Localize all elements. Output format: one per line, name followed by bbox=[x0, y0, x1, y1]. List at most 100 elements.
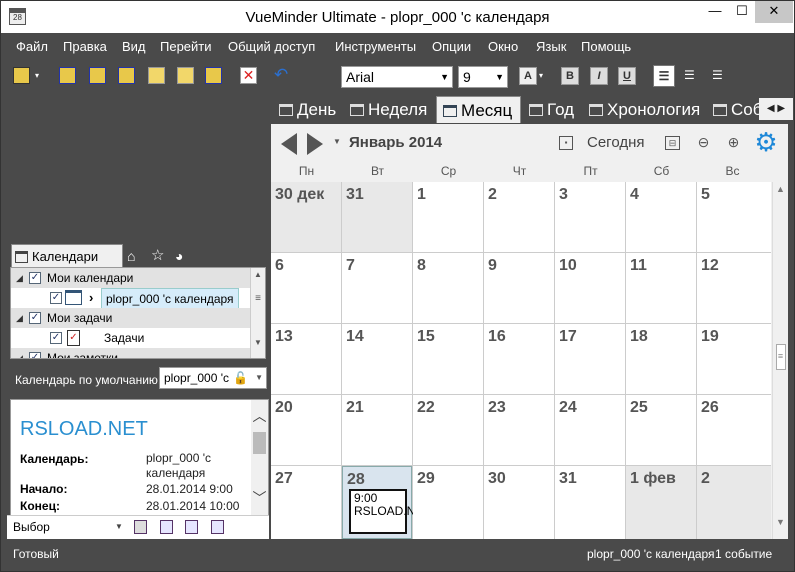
tab-calendars[interactable]: Календари bbox=[11, 244, 123, 268]
checkbox-checked-icon[interactable]: ✓ bbox=[29, 272, 41, 284]
tab-events[interactable]: Соб bbox=[707, 96, 761, 123]
close-button[interactable]: ✕ bbox=[755, 1, 793, 23]
scroll-thumb[interactable] bbox=[253, 432, 266, 454]
next-arrow-icon[interactable] bbox=[307, 133, 323, 155]
menu-sharing[interactable]: Общий доступ bbox=[228, 39, 315, 54]
day-cell[interactable]: 14 bbox=[342, 324, 412, 394]
day-cell[interactable]: 1 фев bbox=[626, 466, 696, 539]
day-cell[interactable]: 24 bbox=[555, 395, 625, 465]
paste-icon[interactable] bbox=[211, 520, 224, 534]
scroll-up-icon[interactable]: ▲ bbox=[773, 184, 788, 194]
new-memo-icon[interactable] bbox=[148, 67, 165, 84]
checkbox-checked-icon[interactable]: ✓ bbox=[50, 292, 62, 304]
day-cell[interactable]: 31 bbox=[342, 182, 412, 252]
align-right-icon[interactable]: ☰ bbox=[712, 67, 729, 84]
new-note-icon[interactable] bbox=[118, 67, 135, 84]
undo-icon[interactable]: ↶ bbox=[274, 66, 291, 84]
tree-group-my-calendars[interactable]: ◢ ✓ Мои календари bbox=[11, 268, 251, 288]
tree-scrollbar[interactable]: ▲ ≡ ▼ bbox=[250, 268, 265, 358]
range-icon[interactable]: ⊟ bbox=[665, 136, 680, 150]
tab-timeline[interactable]: Хронология bbox=[583, 96, 707, 123]
day-cell[interactable]: 19 bbox=[697, 324, 771, 394]
day-cell[interactable]: 20 bbox=[271, 395, 341, 465]
tree-group-my-tasks[interactable]: ◢ ✓ Мои задачи bbox=[11, 308, 251, 328]
day-cell[interactable]: 17 bbox=[555, 324, 625, 394]
calendar-scrollbar[interactable]: ▲ ≡ ▼ bbox=[772, 182, 788, 539]
chevron-left-icon[interactable]: ◀ bbox=[767, 103, 775, 114]
menu-file[interactable]: Файл bbox=[16, 39, 48, 54]
align-center-icon[interactable]: ☰ bbox=[684, 67, 701, 84]
font-name-select[interactable]: Arial ▼ bbox=[341, 66, 453, 88]
tab-week[interactable]: Неделя bbox=[344, 96, 434, 123]
today-icon[interactable]: ▪ bbox=[559, 136, 573, 150]
new-task-icon[interactable] bbox=[89, 67, 106, 84]
day-cell[interactable]: 13 bbox=[271, 324, 341, 394]
font-size-select[interactable]: 9 ▼ bbox=[458, 66, 508, 88]
checkbox-checked-icon[interactable]: ✓ bbox=[29, 312, 41, 324]
day-cell[interactable]: 30 bbox=[484, 466, 554, 539]
new-event-icon[interactable] bbox=[59, 67, 76, 84]
settings-gear-icon[interactable]: ⚙ bbox=[753, 129, 779, 156]
day-cell[interactable]: 22 bbox=[413, 395, 483, 465]
tree-item-my-calendar[interactable]: ✓ › plopr_000 'с календаря bbox=[11, 288, 251, 310]
menu-language[interactable]: Язык bbox=[536, 39, 566, 54]
scroll-up-icon[interactable]: ︿ bbox=[251, 406, 268, 426]
zoom-in-icon[interactable]: ⊕ bbox=[725, 134, 742, 151]
menu-help[interactable]: Помощь bbox=[581, 39, 631, 54]
day-cell[interactable]: 1 bbox=[413, 182, 483, 252]
search-calendar-icon[interactable] bbox=[205, 67, 222, 84]
collapse-icon[interactable]: ◢ bbox=[16, 308, 23, 328]
day-cell[interactable]: 2 bbox=[697, 466, 771, 539]
checkbox-checked-icon[interactable]: ✓ bbox=[50, 332, 62, 344]
new-dropdown-icon[interactable]: ▾ bbox=[35, 71, 39, 80]
new-icon[interactable] bbox=[13, 67, 30, 84]
default-calendar-select[interactable]: plopr_000 'с к 🔓 ▼ bbox=[159, 367, 267, 389]
scroll-down-icon[interactable]: ▼ bbox=[773, 517, 788, 527]
today-button[interactable]: Сегодня bbox=[587, 134, 645, 151]
new-contact-icon[interactable] bbox=[177, 67, 194, 84]
previous-arrow-icon[interactable] bbox=[281, 133, 297, 155]
day-cell[interactable]: 21 bbox=[342, 395, 412, 465]
event-block[interactable]: 9:00 RSLOAD.NET bbox=[349, 489, 431, 534]
day-cell[interactable]: 2 bbox=[484, 182, 554, 252]
tree-group-my-notes[interactable]: ◢ ✓ Мои заметки bbox=[11, 348, 251, 358]
day-cell[interactable]: 12 bbox=[697, 253, 771, 323]
day-cell-today[interactable]: 28 9:00 RSLOAD.NET bbox=[342, 466, 431, 539]
print-icon[interactable] bbox=[134, 520, 147, 534]
text-color-dropdown-icon[interactable]: ▾ bbox=[539, 71, 543, 80]
day-cell[interactable]: 7 bbox=[342, 253, 412, 323]
maximize-button[interactable]: ☐ bbox=[729, 1, 755, 23]
chevron-right-icon[interactable]: ▶ bbox=[777, 103, 785, 114]
day-cell[interactable]: 27 bbox=[271, 466, 341, 539]
checkbox-checked-icon[interactable]: ✓ bbox=[29, 352, 41, 358]
day-cell[interactable]: 29 bbox=[413, 466, 483, 539]
tree-item-tasks[interactable]: ✓ ✓ Задачи bbox=[11, 328, 251, 348]
tab-year[interactable]: Год bbox=[523, 96, 583, 123]
text-color-button[interactable]: A bbox=[519, 67, 537, 85]
menu-options[interactable]: Опции bbox=[432, 39, 471, 54]
tag-icon[interactable]: ⌂ bbox=[127, 244, 141, 268]
menu-window[interactable]: Окно bbox=[488, 39, 518, 54]
day-cell[interactable]: 4 bbox=[626, 182, 696, 252]
day-cell[interactable]: 8 bbox=[413, 253, 483, 323]
globe-icon[interactable]: ◕ bbox=[175, 244, 191, 268]
day-cell[interactable]: 6 bbox=[271, 253, 341, 323]
day-cell[interactable]: 10 bbox=[555, 253, 625, 323]
day-cell[interactable]: 25 bbox=[626, 395, 696, 465]
scroll-grip-icon[interactable]: ≡ bbox=[251, 293, 265, 304]
details-scrollbar[interactable]: ︿ ﹀ bbox=[251, 400, 268, 516]
tab-day[interactable]: День bbox=[273, 96, 343, 123]
scroll-down-icon[interactable]: ▼ bbox=[251, 338, 265, 347]
day-cell[interactable]: 30 дек bbox=[271, 182, 341, 252]
day-cell[interactable]: 15 bbox=[413, 324, 483, 394]
selection-dropdown[interactable]: Выбор bbox=[13, 520, 50, 534]
day-cell[interactable]: 23 bbox=[484, 395, 554, 465]
day-cell[interactable]: 9 bbox=[484, 253, 554, 323]
tab-month[interactable]: Месяц bbox=[436, 96, 521, 123]
day-cell[interactable]: 31 bbox=[555, 466, 625, 539]
day-cell[interactable]: 11 bbox=[626, 253, 696, 323]
menu-view[interactable]: Вид bbox=[122, 39, 146, 54]
scroll-down-icon[interactable]: ﹀ bbox=[251, 488, 268, 508]
day-cell[interactable]: 3 bbox=[555, 182, 625, 252]
italic-button[interactable]: I bbox=[590, 67, 608, 85]
